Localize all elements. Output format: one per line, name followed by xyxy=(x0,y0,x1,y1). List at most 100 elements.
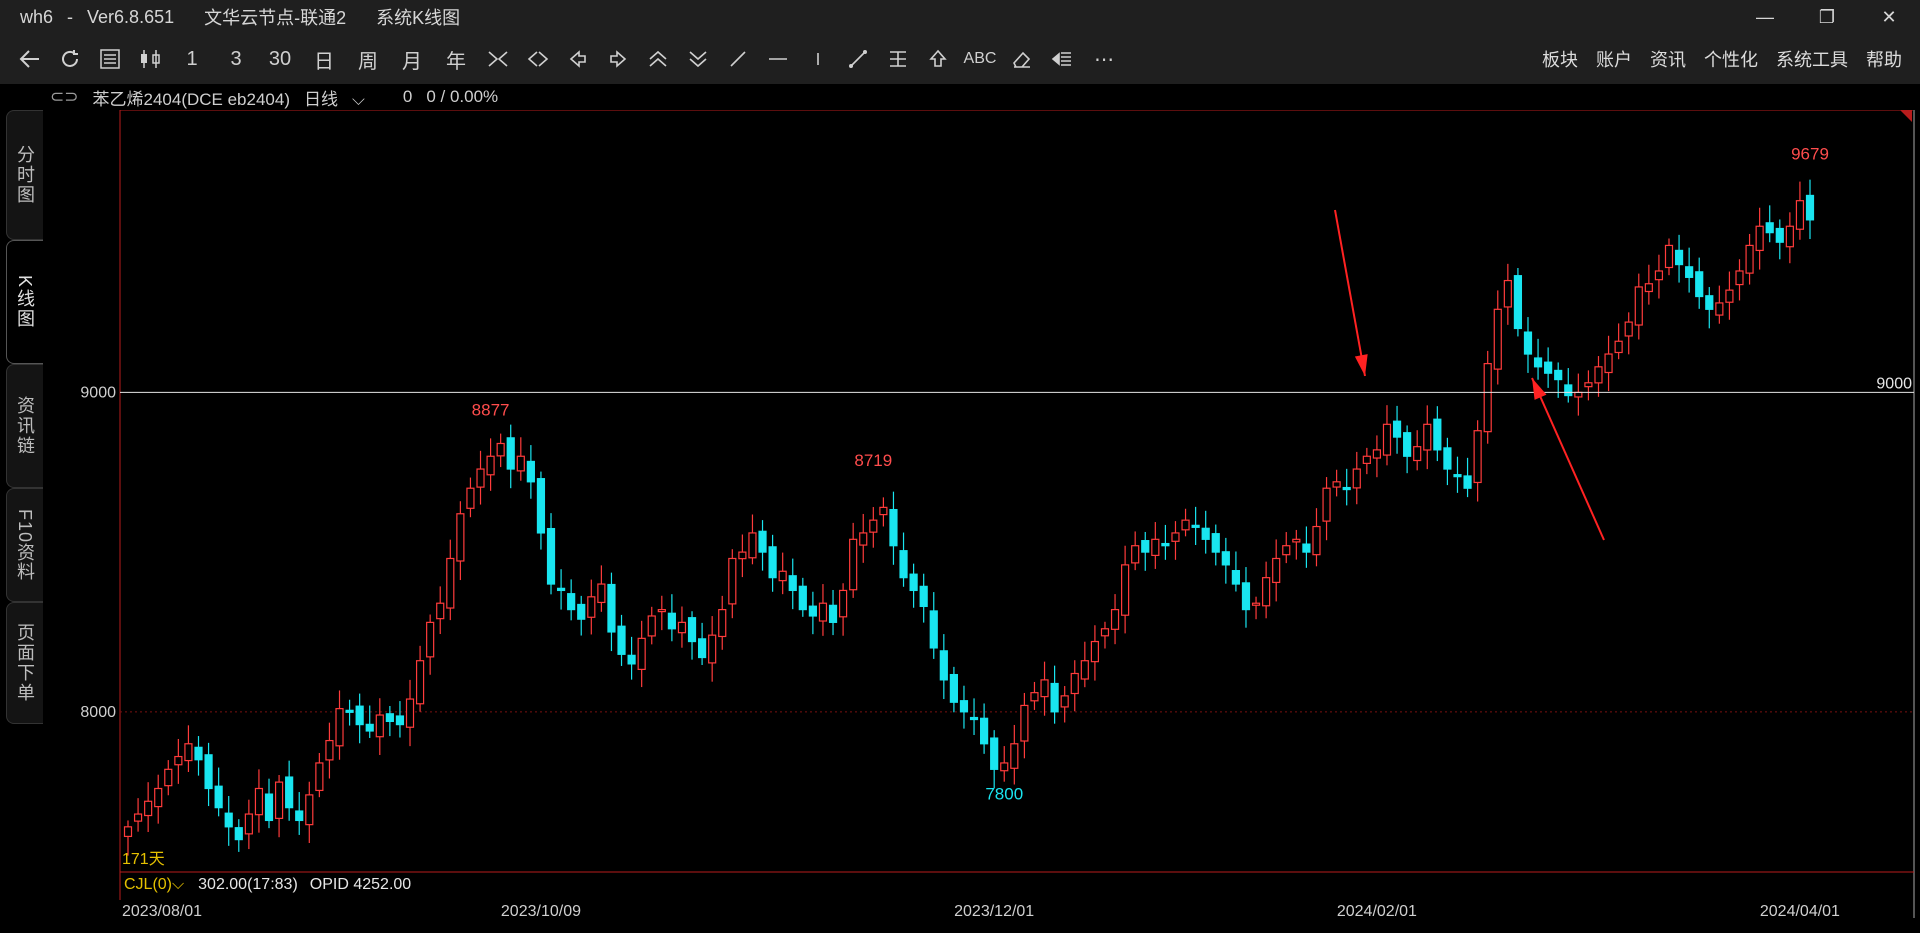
close-button[interactable]: ✕ xyxy=(1858,0,1920,34)
candle-body xyxy=(1352,468,1361,489)
chevron-down-icon: ⌵ xyxy=(351,89,365,109)
left-icon[interactable] xyxy=(558,39,598,79)
candle-body xyxy=(1171,532,1180,542)
candle-body xyxy=(939,650,948,681)
candle-body xyxy=(1614,340,1623,354)
candle-body xyxy=(415,660,425,705)
candle-body xyxy=(254,787,264,816)
candle-body xyxy=(1785,225,1794,248)
candle-body xyxy=(1010,743,1019,769)
minimize-button[interactable]: — xyxy=(1734,0,1796,34)
right-icon[interactable] xyxy=(598,39,638,79)
menu-personalize[interactable]: 个性化 xyxy=(1704,46,1758,72)
corner-marker xyxy=(1900,110,1912,122)
segment-icon[interactable] xyxy=(838,39,878,79)
candle-body xyxy=(375,714,384,738)
candle-body xyxy=(133,813,143,822)
candle-body xyxy=(1000,762,1009,772)
week-button[interactable]: 周 xyxy=(346,39,390,79)
indicator-icon[interactable] xyxy=(1042,39,1082,79)
down-double-icon[interactable] xyxy=(678,39,718,79)
candle-body xyxy=(295,810,304,822)
candle-body xyxy=(869,519,878,533)
candle-body xyxy=(305,794,314,826)
candle-body xyxy=(174,755,183,766)
chart-svg: 8000 9000 9000 8877 8719 7800 9679 171天 2023/08/… xyxy=(80,109,1915,920)
menu-system-tools[interactable]: 系统工具 xyxy=(1776,46,1848,72)
separator: - xyxy=(67,6,74,27)
candle-body xyxy=(1131,545,1140,564)
horizontal-line-icon[interactable] xyxy=(758,39,798,79)
restore-button[interactable]: ❐ xyxy=(1796,0,1858,34)
candle-body xyxy=(718,609,727,638)
candle-body xyxy=(335,708,344,747)
candle-toggle-icon[interactable] xyxy=(130,39,170,79)
indicator-bar: CJL(0)⌵ 302.00(17:83) OPID 4252.00 xyxy=(124,874,411,896)
candle-body xyxy=(395,715,405,726)
more-icon[interactable]: ⋯ xyxy=(1082,39,1126,79)
candle-body xyxy=(1644,283,1653,293)
candle-body xyxy=(325,739,334,761)
menu-account[interactable]: 账户 xyxy=(1596,46,1632,72)
candle-body xyxy=(778,570,787,582)
candle-body xyxy=(788,575,797,592)
eraser-icon[interactable] xyxy=(1002,39,1042,79)
candle-body xyxy=(708,634,717,664)
candle-body xyxy=(1241,582,1251,611)
candle-body xyxy=(697,638,707,659)
month-button[interactable]: 月 xyxy=(390,39,434,79)
day-button[interactable]: 日 xyxy=(302,39,346,79)
up-arrow-icon[interactable] xyxy=(918,39,958,79)
up-double-icon[interactable] xyxy=(638,39,678,79)
draw-line-icon[interactable] xyxy=(718,39,758,79)
candle-body xyxy=(1664,244,1674,269)
refresh-icon[interactable] xyxy=(50,39,90,79)
candle-body xyxy=(355,705,364,726)
price-extreme-label: 7800 xyxy=(985,785,1023,804)
line-3-icon[interactable]: 3 xyxy=(214,39,258,79)
x-tick-label: 2023/12/01 xyxy=(954,903,1034,920)
candle-body xyxy=(1735,270,1744,286)
indicator-selector[interactable]: CJL(0)⌵ xyxy=(124,876,184,894)
menu-news[interactable]: 资讯 xyxy=(1650,46,1686,72)
candle-body xyxy=(1503,279,1512,308)
candle-body xyxy=(1040,679,1049,698)
candle-body xyxy=(285,776,294,809)
candle-body xyxy=(1564,384,1573,397)
candle-body xyxy=(647,615,656,637)
parallel-icon[interactable] xyxy=(878,39,918,79)
year-button[interactable]: 年 xyxy=(434,39,478,79)
kline-chart[interactable]: 8000 9000 9000 8877 8719 7800 9679 171天 2023/08/… xyxy=(0,109,1920,928)
menu-bankuai[interactable]: 板块 xyxy=(1542,46,1578,72)
text-tool-icon[interactable]: ABC xyxy=(958,39,1002,79)
candle-body xyxy=(184,743,193,762)
back-arrow-icon[interactable] xyxy=(10,39,50,79)
menu-help[interactable]: 帮助 xyxy=(1866,46,1902,72)
candle-body xyxy=(1332,481,1341,488)
period-selector[interactable]: 日线 ⌵ xyxy=(304,85,379,110)
period-label: 日线 xyxy=(303,89,338,109)
zoom-in-icon[interactable] xyxy=(478,39,518,79)
annotation-arrow-2-head xyxy=(1532,378,1547,400)
candle-body xyxy=(476,468,485,488)
candle-body xyxy=(879,506,888,516)
zoom-out-icon[interactable] xyxy=(518,39,558,79)
minimize-icon: — xyxy=(1756,6,1774,27)
candle-body xyxy=(1251,602,1261,606)
vertical-line-icon[interactable] xyxy=(798,39,838,79)
line-1-icon[interactable]: 1 xyxy=(170,39,214,79)
list-icon[interactable] xyxy=(90,39,130,79)
line-30-icon[interactable]: 30 xyxy=(258,39,302,79)
candle-body xyxy=(1423,423,1432,451)
annotation-arrow-1-head xyxy=(1354,354,1368,376)
candle-body xyxy=(1695,271,1704,298)
candle-body xyxy=(1181,519,1190,531)
candle-body xyxy=(949,673,958,703)
candle-body xyxy=(1533,357,1543,368)
candle-body xyxy=(456,513,465,562)
candle-body xyxy=(969,716,979,721)
candle-body xyxy=(1060,695,1069,708)
x-tick-label: 2023/08/01 xyxy=(122,903,202,920)
link-icon[interactable]: ⊂⊃ xyxy=(50,87,79,107)
candle-body xyxy=(1674,249,1684,266)
